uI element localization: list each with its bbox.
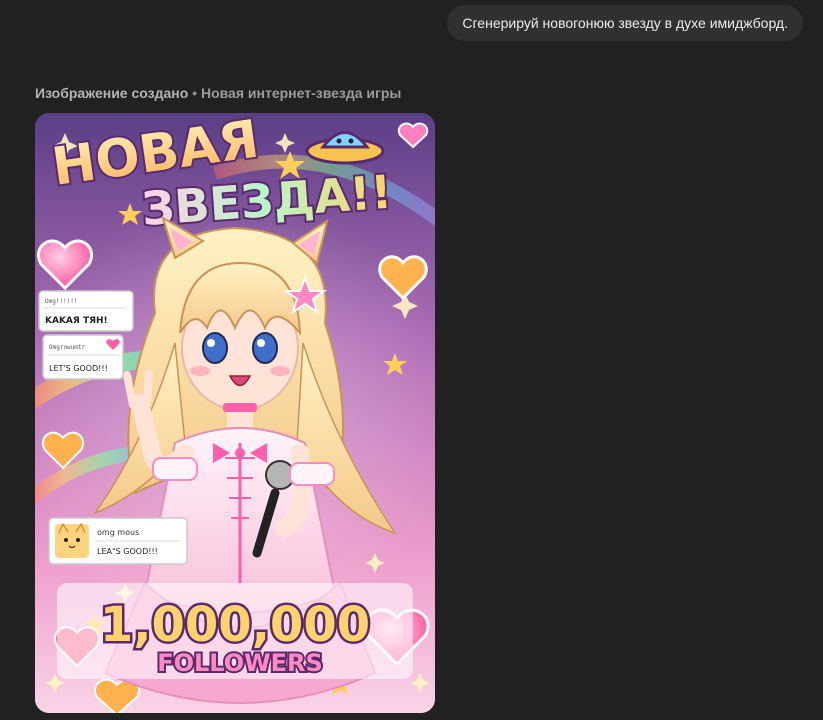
user-message-text: Сгенерируй новогонюю звезду в духе имидж…	[462, 15, 788, 31]
comment3-user: omg mous	[97, 528, 139, 537]
caption-title: Новая интернет-звезда игры	[200, 85, 402, 101]
comment1-user: Omg!!!!!!	[45, 298, 78, 305]
generated-image[interactable]: НОВАЯ ЗВЕЗДА!! Omg!!!!!! KAKAЯ ТЯН! Omgr…	[35, 113, 435, 713]
comment1-text: KAKAЯ ТЯН!	[45, 316, 108, 326]
comment-card-3: omg mous LEA"S GOOD!!!	[48, 517, 188, 565]
comment3-text: LEA"S GOOD!!!	[97, 547, 158, 556]
artwork-canvas: НОВАЯ ЗВЕЗДА!! Omg!!!!!! KAKAЯ ТЯН! Omgr…	[35, 113, 435, 713]
follower-count: 1,000,000	[100, 597, 370, 653]
followers-banner: 1,000,000 FOLLOWERS	[57, 583, 413, 679]
user-message-bubble: Сгенерируй новогонюю звезду в духе имидж…	[447, 5, 803, 41]
comment-card-2: Omgrowumtr LET'S GOOD!!!	[42, 334, 124, 380]
caption-separator: •	[192, 85, 198, 101]
comment2-text: LET'S GOOD!!!	[49, 364, 108, 373]
cat-face-icon	[55, 522, 89, 558]
caption-status: Изображение создано	[35, 85, 189, 101]
comment-card-1: Omg!!!!!! KAKAЯ ТЯН!	[38, 290, 134, 332]
follower-label: FOLLOWERS	[157, 649, 323, 677]
image-caption: Изображение создано • Новая интернет-зве…	[35, 85, 401, 101]
comment2-user: Omgrowumtr	[49, 344, 86, 351]
